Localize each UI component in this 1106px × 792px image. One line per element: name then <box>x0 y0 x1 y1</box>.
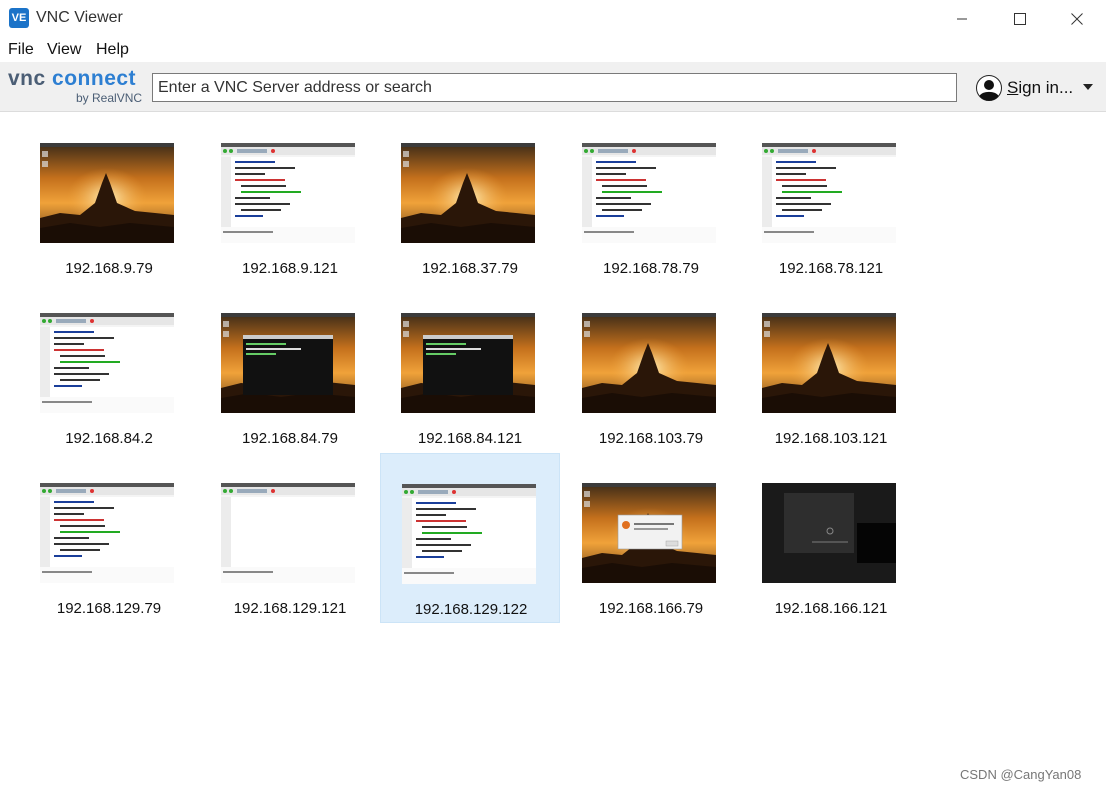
menu-help[interactable]: Help <box>96 41 129 59</box>
chevron-down-icon[interactable] <box>1083 84 1093 90</box>
toolbar: vnc connect by RealVNC Sign in... <box>0 62 1106 112</box>
maximize-button[interactable] <box>991 0 1049 38</box>
connection-address: 192.168.129.122 <box>414 601 528 618</box>
connection-address: 192.168.129.79 <box>56 600 162 617</box>
connection-thumbnail[interactable] <box>401 143 535 243</box>
title-bar: VE VNC Viewer <box>0 0 1106 38</box>
logo-subtitle: by RealVNC <box>76 91 143 105</box>
connection-tile[interactable]: 192.168.78.121 <box>741 113 921 283</box>
connection-tile[interactable]: 192.168.103.79 <box>561 283 741 453</box>
menu-file[interactable]: File <box>8 41 34 59</box>
connection-address: 192.168.84.79 <box>242 430 338 447</box>
connection-thumbnail[interactable] <box>762 483 896 583</box>
connection-tile[interactable]: 192.168.129.121 <box>200 453 380 623</box>
connection-address: 192.168.103.79 <box>598 430 704 447</box>
window-title: VNC Viewer <box>36 9 123 26</box>
maximize-icon <box>1014 13 1026 25</box>
connection-thumbnail[interactable] <box>582 483 716 583</box>
connection-tile[interactable]: 192.168.166.121 <box>741 453 921 623</box>
vnc-viewer-app-icon: VE <box>9 8 29 28</box>
connection-thumbnail[interactable] <box>762 143 896 243</box>
connection-thumbnail[interactable] <box>401 313 535 413</box>
connection-thumbnail[interactable] <box>40 143 174 243</box>
connection-thumbnail[interactable] <box>221 313 355 413</box>
connections-grid: 192.168.9.79 192.168.9.121 192.168.37.79 19… <box>0 113 1106 792</box>
menu-bar: File View Help <box>0 38 1106 62</box>
connection-tile[interactable]: 192.168.84.2 <box>19 283 199 453</box>
sign-in-button[interactable]: Sign in... <box>976 74 1098 102</box>
connection-address: 192.168.103.121 <box>774 430 888 447</box>
minimize-button[interactable] <box>933 0 991 38</box>
connection-tile[interactable]: 192.168.78.79 <box>561 113 741 283</box>
close-button[interactable] <box>1048 0 1106 38</box>
connection-thumbnail[interactable] <box>40 313 174 413</box>
connection-tile[interactable]: 192.168.129.79 <box>19 453 199 623</box>
connection-tile[interactable]: 192.168.9.79 <box>19 113 199 283</box>
menu-view[interactable]: View <box>47 41 81 59</box>
connection-thumbnail[interactable] <box>221 483 355 583</box>
close-icon <box>1071 13 1083 25</box>
connection-tile[interactable]: 192.168.37.79 <box>380 113 560 283</box>
connection-thumbnail[interactable] <box>582 143 716 243</box>
connection-thumbnail[interactable] <box>582 313 716 413</box>
connection-address: 192.168.166.121 <box>774 600 888 617</box>
connection-address: 192.168.9.79 <box>65 260 153 277</box>
connection-address: 192.168.37.79 <box>422 260 518 277</box>
connection-address: 192.168.84.121 <box>417 430 523 447</box>
connection-address: 192.168.78.121 <box>778 260 884 277</box>
connection-address: 192.168.9.121 <box>242 260 338 277</box>
connection-address: 192.168.129.121 <box>233 600 347 617</box>
connection-tile[interactable]: 192.168.166.79 <box>561 453 741 623</box>
connection-thumbnail[interactable] <box>762 313 896 413</box>
connection-thumbnail[interactable] <box>402 484 536 584</box>
connection-thumbnail[interactable] <box>40 483 174 583</box>
vnc-connect-logo: vnc connect by RealVNC <box>8 67 144 107</box>
connection-address: 192.168.78.79 <box>603 260 699 277</box>
connection-tile[interactable]: 192.168.84.121 <box>380 283 560 453</box>
connection-tile[interactable]: 192.168.129.122 <box>380 453 560 623</box>
watermark: CSDN @CangYan08 <box>960 767 1082 782</box>
connection-tile[interactable]: 192.168.103.121 <box>741 283 921 453</box>
search-input[interactable] <box>152 73 957 102</box>
logo-wordmark: vnc connect <box>8 67 137 90</box>
user-avatar-icon <box>976 75 1002 101</box>
connection-address: 192.168.166.79 <box>598 600 704 617</box>
connection-tile[interactable]: 192.168.9.121 <box>200 113 380 283</box>
sign-in-label: Sign in... <box>1007 78 1074 97</box>
connection-address: 192.168.84.2 <box>65 430 153 447</box>
connection-thumbnail[interactable] <box>221 143 355 243</box>
connection-tile[interactable]: 192.168.84.79 <box>200 283 380 453</box>
minimize-icon <box>957 18 967 20</box>
